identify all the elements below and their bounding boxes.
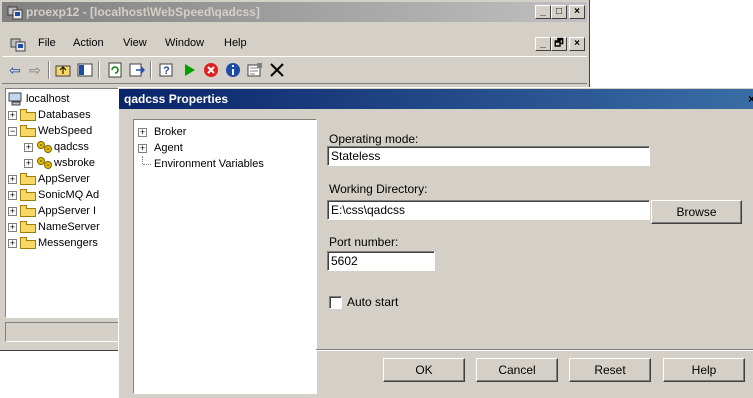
folder-icon xyxy=(20,205,36,217)
minimize-button[interactable]: _ xyxy=(535,5,551,19)
tree-item-label: qadcss xyxy=(54,141,89,153)
folder-icon xyxy=(20,109,36,121)
properties-dialog: qadcss Properties × + Broker + Agent Env… xyxy=(118,87,753,398)
port-number-label: Port number: xyxy=(329,235,399,249)
properties-tree[interactable]: + Broker + Agent Environment Variables xyxy=(133,119,317,394)
operating-mode-field[interactable]: Stateless xyxy=(327,146,650,166)
back-icon[interactable]: ⇦ xyxy=(6,61,24,79)
stop-icon[interactable] xyxy=(202,61,220,79)
collapse-icon[interactable]: − xyxy=(8,127,17,136)
app-icon xyxy=(7,6,23,20)
maximize-button[interactable]: □ xyxy=(551,5,567,19)
folder-icon xyxy=(20,221,36,233)
toolbar-separator xyxy=(98,61,100,79)
reset-button[interactable]: Reset xyxy=(569,358,651,382)
forward-icon[interactable]: ⇨ xyxy=(26,61,44,79)
menu-help[interactable]: Help xyxy=(224,37,247,49)
cancel-button[interactable]: Cancel xyxy=(476,358,558,382)
svg-text:?: ? xyxy=(163,65,170,77)
folder-icon xyxy=(20,173,36,185)
main-titlebar[interactable]: proexp12 - [localhost\WebSpeed\qadcss] _… xyxy=(2,2,587,22)
broker-icon xyxy=(37,157,52,169)
delete-icon[interactable] xyxy=(268,61,286,79)
dialog-title: qadcss Properties xyxy=(124,92,229,106)
toolbar: ⇦ ⇨ ? xyxy=(2,56,587,84)
browse-button[interactable]: Browse xyxy=(651,200,742,224)
properties-icon[interactable] xyxy=(246,61,264,79)
mdi-minimize-button[interactable]: _ xyxy=(535,37,551,51)
menu-bar: File Action View Window Help _ 🗗 × xyxy=(2,34,587,54)
expand-icon[interactable]: + xyxy=(24,143,33,152)
broker-icon xyxy=(37,141,52,153)
info-icon[interactable] xyxy=(224,61,242,79)
expand-icon[interactable]: + xyxy=(24,159,33,168)
help-button[interactable]: Help xyxy=(663,358,745,382)
mdi-restore-button[interactable]: 🗗 xyxy=(551,37,567,51)
folder-icon xyxy=(20,189,36,201)
main-window-title: proexp12 - [localhost\WebSpeed\qadcss] xyxy=(26,5,260,19)
up-folder-icon[interactable] xyxy=(54,61,72,79)
dialog-titlebar[interactable]: qadcss Properties × xyxy=(119,89,753,109)
tree-item-label: AppServer I xyxy=(38,205,97,217)
expand-icon[interactable]: + xyxy=(8,111,17,120)
show-hide-tree-icon[interactable] xyxy=(76,61,94,79)
menu-action[interactable]: Action xyxy=(73,37,104,49)
operating-mode-label: Operating mode: xyxy=(329,132,419,146)
expand-icon[interactable]: + xyxy=(8,191,17,200)
tree-item-label: Messengers xyxy=(38,237,98,249)
explorer-tree[interactable]: localhost + Databases − WebSpeed + qadcss + wsbr… xyxy=(5,88,122,318)
menu-window[interactable]: Window xyxy=(165,37,204,49)
tree-item-label: SonicMQ Ad xyxy=(38,189,100,201)
expand-icon[interactable]: + xyxy=(138,128,147,137)
dialog-close-button[interactable]: × xyxy=(748,92,753,106)
close-button[interactable]: × xyxy=(569,5,585,19)
mdi-child-icon[interactable] xyxy=(10,36,26,52)
help-icon[interactable]: ? xyxy=(158,61,176,79)
expand-icon[interactable]: + xyxy=(8,223,17,232)
tree-item-label: WebSpeed xyxy=(38,125,93,137)
tree-item-label: NameServer xyxy=(38,221,100,233)
auto-start-label: Auto start xyxy=(347,295,399,309)
expand-icon[interactable]: + xyxy=(138,144,147,153)
folder-icon xyxy=(20,125,36,137)
toolbar-separator xyxy=(150,61,152,79)
dialog-separator xyxy=(316,349,753,351)
toolbar-separator xyxy=(48,61,50,79)
working-directory-field[interactable]: E:\css\qadcss xyxy=(327,200,650,220)
menu-view[interactable]: View xyxy=(123,37,147,49)
menu-file[interactable]: File xyxy=(38,37,56,49)
working-directory-label: Working Directory: xyxy=(329,182,428,196)
mdi-close-button[interactable]: × xyxy=(569,37,585,51)
tree-item-label: Databases xyxy=(38,109,91,121)
port-number-field[interactable]: 5602 xyxy=(327,251,435,271)
tree-item-label: localhost xyxy=(26,93,70,105)
tree-item-label: wsbroke xyxy=(54,157,95,169)
expand-icon[interactable]: + xyxy=(8,207,17,216)
auto-start-checkbox[interactable] xyxy=(329,296,342,309)
start-icon[interactable] xyxy=(180,61,198,79)
expand-icon[interactable]: + xyxy=(8,239,17,248)
tree-item-label: AppServer xyxy=(38,173,90,185)
folder-icon xyxy=(20,237,36,249)
refresh-icon[interactable] xyxy=(106,61,124,79)
export-icon[interactable] xyxy=(128,61,146,79)
ok-button[interactable]: OK xyxy=(383,358,465,382)
expand-icon[interactable]: + xyxy=(8,175,17,184)
computer-icon xyxy=(8,92,22,106)
